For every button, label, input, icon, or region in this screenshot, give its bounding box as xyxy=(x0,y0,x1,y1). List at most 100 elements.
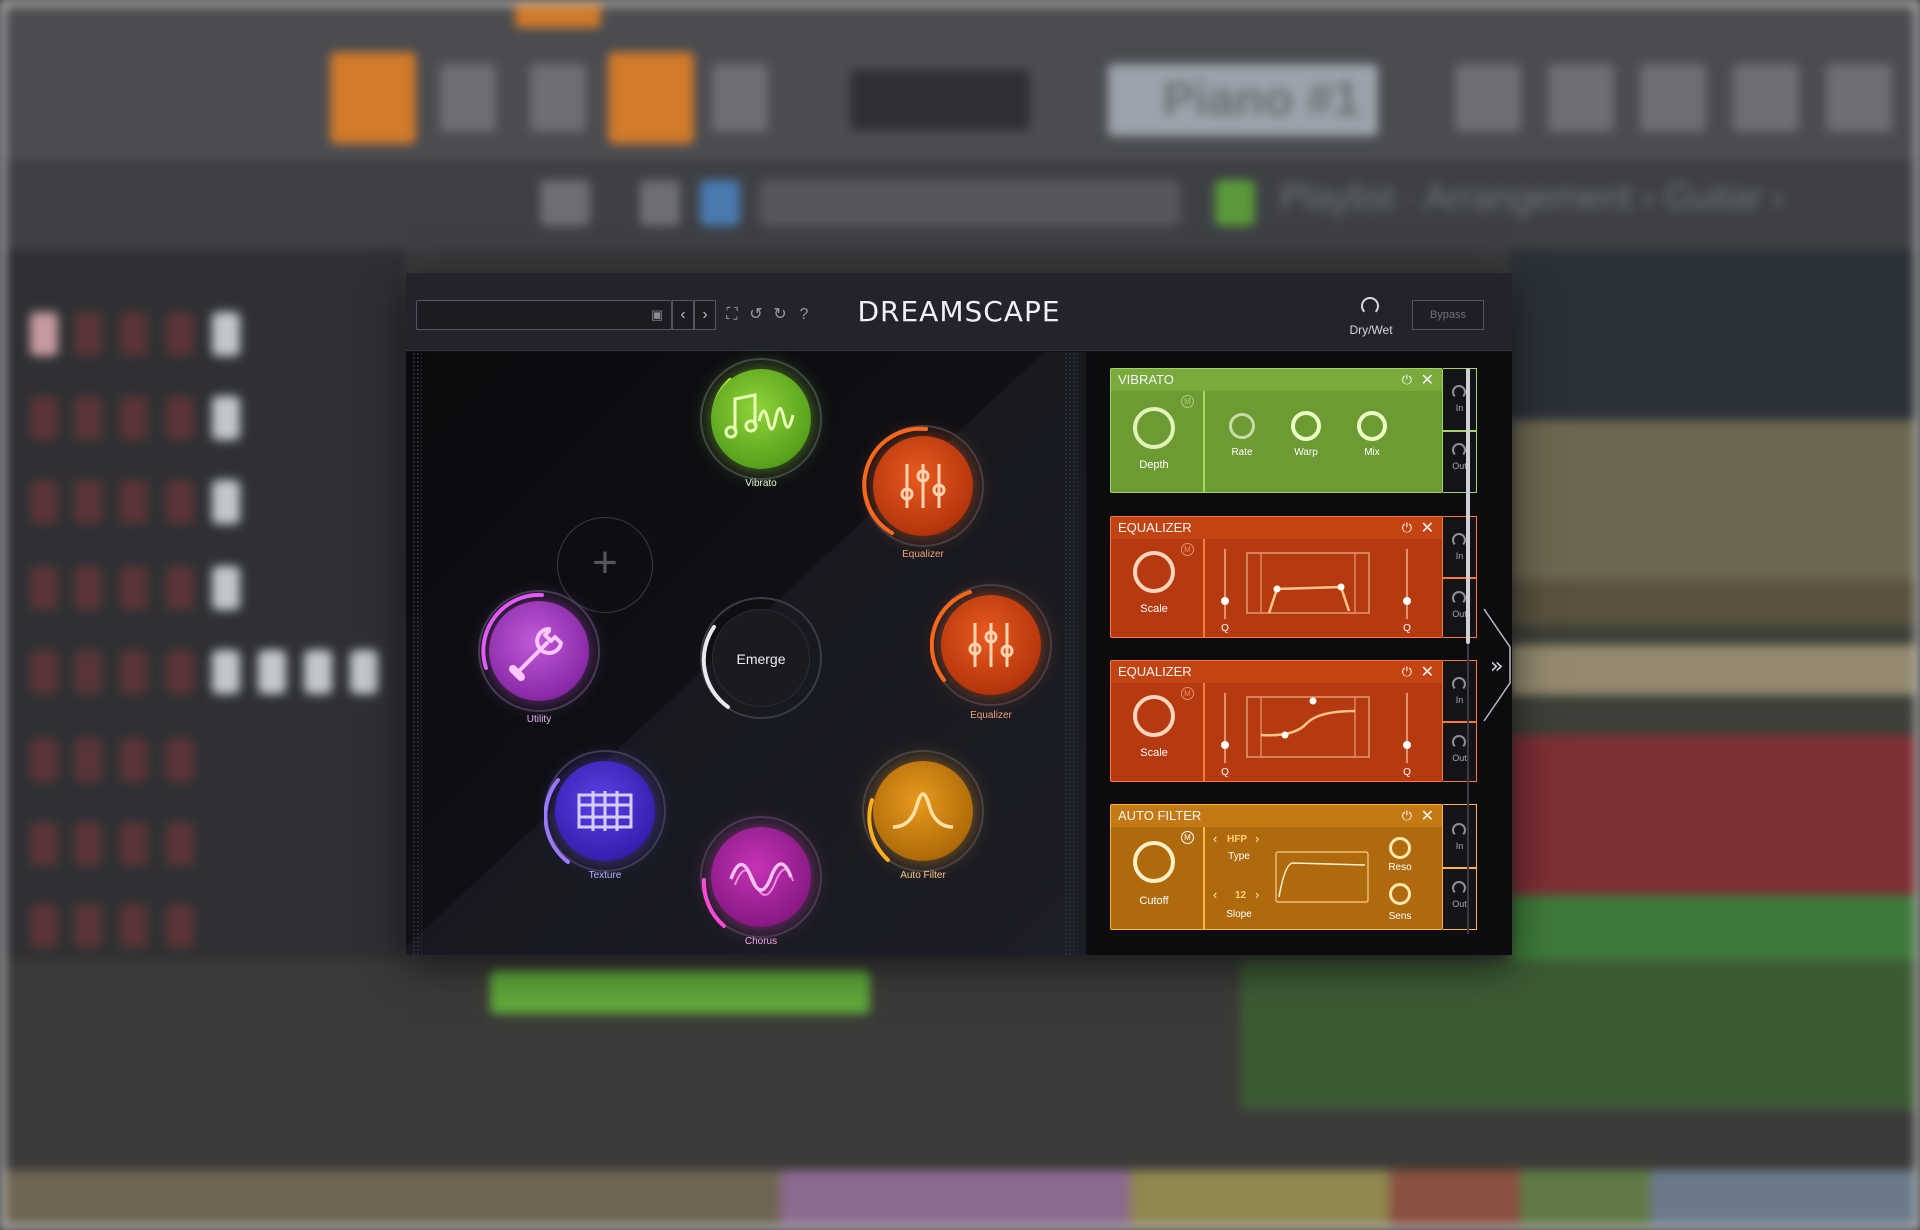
chevron-right-icon: » xyxy=(1490,654,1503,679)
type-label: Type xyxy=(1228,851,1250,862)
filter-response-display[interactable] xyxy=(1275,851,1371,905)
grid-texture-icon xyxy=(577,791,633,831)
close-icon[interactable]: ✕ xyxy=(1421,806,1434,826)
expand-panel-tab[interactable]: » xyxy=(1482,607,1512,723)
input-gain-knob[interactable] xyxy=(1452,677,1466,691)
dry-wet-knob[interactable] xyxy=(1361,297,1379,315)
io-label: Out xyxy=(1452,753,1467,763)
dreamscape-plugin-window: ▣ ‹ › ⛶ ↺ ↻ ? DREAMSCAPE Dry/Wet Bypass … xyxy=(406,273,1512,955)
dry-wet-label: Dry/Wet xyxy=(1349,323,1393,337)
emerge-label: Emerge xyxy=(736,651,786,667)
sens-label: Sens xyxy=(1388,911,1412,922)
mix-knob[interactable] xyxy=(1350,404,1394,448)
modulation-badge[interactable]: M xyxy=(1181,543,1194,556)
equalizer-sliders-icon xyxy=(968,623,1014,667)
reso-knob[interactable] xyxy=(1384,832,1416,864)
eq-curve-display[interactable] xyxy=(1207,539,1447,635)
wrench-icon xyxy=(509,627,563,681)
node-texture[interactable]: Texture xyxy=(544,750,666,881)
io-label: In xyxy=(1455,551,1464,561)
node-chorus[interactable]: Chorus xyxy=(700,816,822,947)
equalizer-2-io: In Out xyxy=(1443,660,1477,782)
type-prev-button[interactable]: ‹ xyxy=(1213,831,1217,846)
node-label: Utility xyxy=(526,714,552,725)
plus-icon: + xyxy=(592,538,618,587)
node-equalizer-top[interactable]: Equalizer xyxy=(862,425,984,560)
node-label: Chorus xyxy=(744,936,778,947)
power-icon[interactable]: ⏻ xyxy=(1402,372,1412,388)
music-note-icon xyxy=(724,393,795,439)
slope-value: 12 xyxy=(1235,890,1247,901)
module-title: EQUALIZER xyxy=(1111,661,1442,683)
close-icon[interactable]: ✕ xyxy=(1421,370,1434,390)
knob-label: Rate xyxy=(1231,447,1253,458)
module-title: AUTO FILTER xyxy=(1111,805,1442,827)
power-icon[interactable]: ⏻ xyxy=(1402,808,1412,824)
module-vibrato: VIBRATO ⏻ ✕ M Depth Rate Warp Mix xyxy=(1110,368,1443,493)
node-label: Equalizer xyxy=(970,710,1012,721)
auto-filter-io: In Out xyxy=(1443,804,1477,930)
knob-label: Warp xyxy=(1294,447,1318,458)
input-gain-knob[interactable] xyxy=(1452,533,1466,547)
knob-label: Scale xyxy=(1140,747,1168,759)
rate-knob[interactable] xyxy=(1223,407,1261,445)
output-gain-knob[interactable] xyxy=(1452,881,1466,895)
filter-curve-icon xyxy=(892,792,954,829)
knob-label: Cutoff xyxy=(1139,895,1169,907)
depth-knob[interactable] xyxy=(1124,398,1184,458)
io-label: In xyxy=(1455,403,1464,413)
slope-label: Slope xyxy=(1226,909,1252,920)
warp-knob[interactable] xyxy=(1284,404,1328,448)
input-gain-knob[interactable] xyxy=(1452,385,1466,399)
close-icon[interactable]: ✕ xyxy=(1421,518,1434,538)
node-vibrato[interactable]: Vibrato xyxy=(700,358,822,489)
io-label: In xyxy=(1455,695,1464,705)
eq-curve-display[interactable] xyxy=(1207,683,1447,779)
vibrato-io: In Out xyxy=(1443,368,1477,493)
node-equalizer-right[interactable]: Equalizer xyxy=(930,584,1052,721)
power-icon[interactable]: ⏻ xyxy=(1402,520,1412,536)
bypass-button[interactable]: Bypass xyxy=(1412,300,1484,330)
node-auto-filter[interactable]: Auto Filter xyxy=(862,750,984,881)
modulation-badge[interactable]: M xyxy=(1181,831,1194,844)
slope-next-button[interactable]: › xyxy=(1255,887,1259,902)
output-gain-knob[interactable] xyxy=(1452,735,1466,749)
scale-knob[interactable] xyxy=(1124,686,1184,746)
type-next-button[interactable]: › xyxy=(1255,831,1259,846)
type-value: HFP xyxy=(1227,834,1247,845)
input-gain-knob[interactable] xyxy=(1452,823,1466,837)
module-auto-filter: AUTO FILTER ⏻ ✕ M Cutoff ‹ HFP › Type ‹ … xyxy=(1110,804,1443,930)
knob-label: Mix xyxy=(1364,447,1380,458)
node-utility[interactable]: Utility xyxy=(478,590,600,725)
modulation-badge[interactable]: M xyxy=(1181,687,1194,700)
io-label: In xyxy=(1455,841,1464,851)
q-right-label: Q xyxy=(1403,767,1411,778)
equalizer-sliders-icon xyxy=(900,464,946,508)
io-label: Out xyxy=(1452,609,1467,619)
q-right-label: Q xyxy=(1403,623,1411,634)
modulation-badge[interactable]: M xyxy=(1181,395,1194,408)
equalizer-1-io: In Out xyxy=(1443,516,1477,638)
module-equalizer-1: EQUALIZER ⏻ ✕ M Scale Q Q xyxy=(1110,516,1443,638)
power-icon[interactable]: ⏻ xyxy=(1402,664,1412,680)
module-scrollbar[interactable] xyxy=(1466,368,1470,644)
scale-knob[interactable] xyxy=(1124,542,1184,602)
node-label: Equalizer xyxy=(902,549,944,560)
q-left-label: Q xyxy=(1221,623,1229,634)
node-label: Vibrato xyxy=(745,478,777,489)
module-title: VIBRATO xyxy=(1111,369,1442,391)
io-label: Out xyxy=(1452,461,1467,471)
knob-label: Depth xyxy=(1139,459,1169,471)
knob-label: Scale xyxy=(1140,603,1168,615)
output-gain-knob[interactable] xyxy=(1452,591,1466,605)
close-icon[interactable]: ✕ xyxy=(1421,662,1434,682)
module-equalizer-2: EQUALIZER ⏻ ✕ M Scale Q Q xyxy=(1110,660,1443,782)
reso-label: Reso xyxy=(1388,862,1412,873)
output-gain-knob[interactable] xyxy=(1452,443,1466,457)
slope-prev-button[interactable]: ‹ xyxy=(1213,887,1217,902)
cutoff-knob[interactable] xyxy=(1124,832,1184,892)
effect-canvas: + Vibrato Equalizer Utility Emerge Equal… xyxy=(406,352,1086,955)
io-label: Out xyxy=(1452,899,1467,909)
sens-knob[interactable] xyxy=(1384,878,1416,910)
module-title: EQUALIZER xyxy=(1111,517,1442,539)
